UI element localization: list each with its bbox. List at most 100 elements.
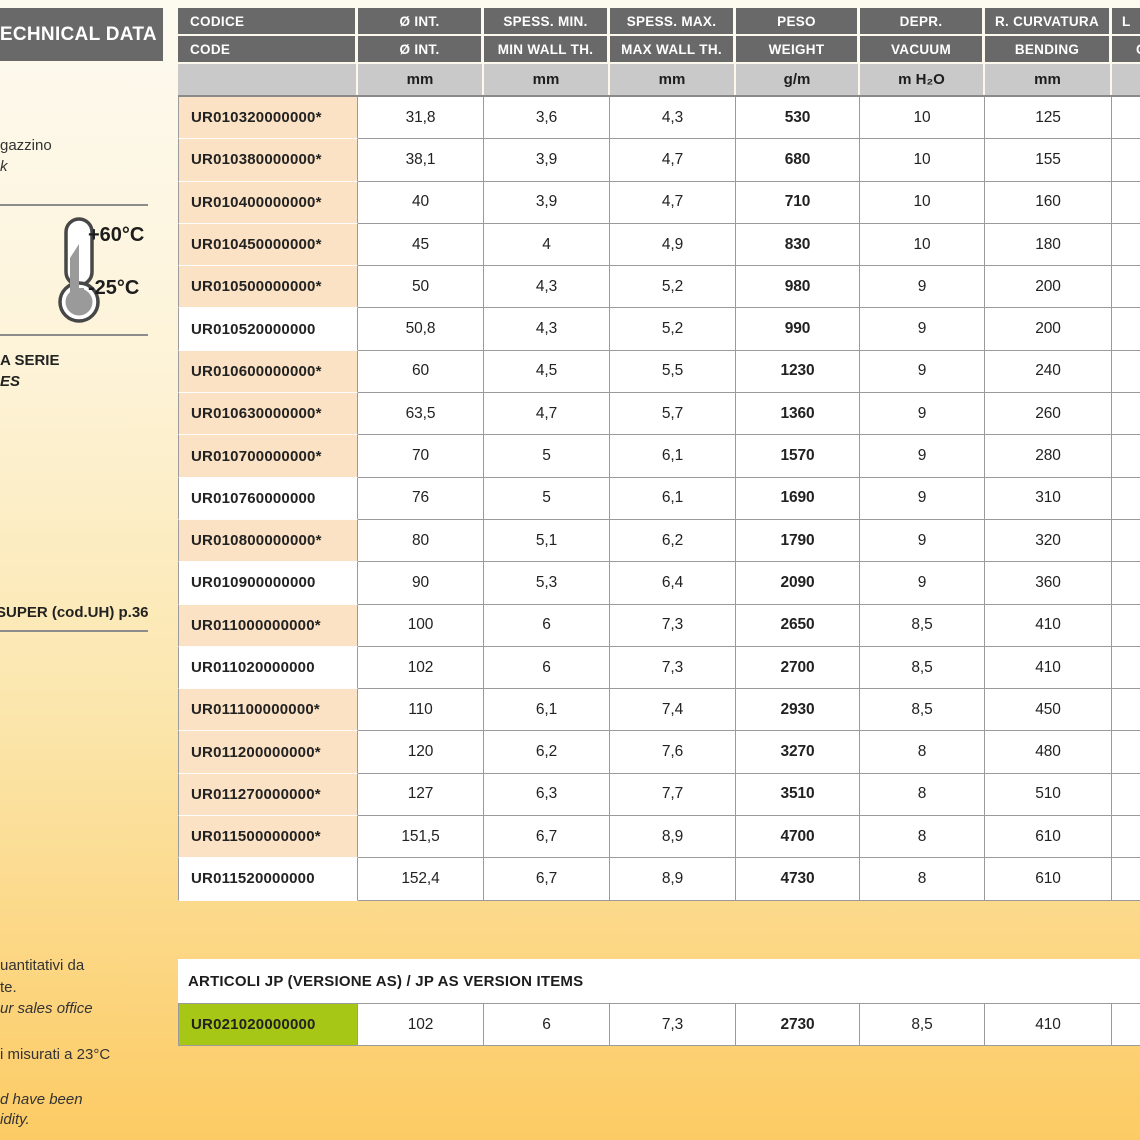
value-cell: 450 [985, 689, 1112, 731]
value-cell: 50 [358, 266, 484, 308]
code-cell: UR010630000000* [178, 393, 358, 435]
value-cell: 990 [736, 308, 860, 350]
code-cell: UR011500000000* [178, 816, 358, 858]
footnote-it-2: te. [0, 979, 17, 996]
value-cell: 9 [860, 308, 985, 350]
table-row: UR01102000000010267,327008,5410 [178, 647, 1140, 689]
code-cell: UR010760000000 [178, 478, 358, 520]
value-cell: 8 [860, 774, 985, 816]
value-cell: 180 [985, 224, 1112, 266]
value-cell: 2730 [736, 1004, 860, 1046]
empty-cell [1112, 182, 1140, 224]
table-row: UR02102000000010267,327308,5410 [178, 1004, 1140, 1046]
column-header-it: R. CURVATURA [985, 8, 1112, 34]
value-cell: 4730 [736, 858, 860, 900]
value-cell: 6,3 [484, 774, 610, 816]
table-row: UR01052000000050,84,35,29909200 [178, 308, 1140, 350]
empty-cell [1112, 647, 1140, 689]
code-cell: UR011000000000* [178, 605, 358, 647]
value-cell: 3,9 [484, 139, 610, 181]
table-body: UR010320000000*31,83,64,353010125UR01038… [178, 97, 1140, 901]
divider [0, 204, 148, 206]
value-cell: 45 [358, 224, 484, 266]
column-unit: m H₂O [860, 64, 985, 95]
table-row: UR010700000000*7056,115709280 [178, 435, 1140, 477]
value-cell: 5 [484, 435, 610, 477]
table-row: UR010800000000*805,16,217909320 [178, 520, 1140, 562]
footnote-en-2: d have been [0, 1091, 83, 1108]
jp-table-body: UR02102000000010267,327308,5410 [178, 1004, 1140, 1046]
value-cell: 5 [484, 478, 610, 520]
value-cell: 5,2 [610, 308, 736, 350]
code-cell: UR010900000000 [178, 562, 358, 604]
code-cell: UR010400000000* [178, 182, 358, 224]
value-cell: 4,7 [610, 139, 736, 181]
value-cell: 6,1 [484, 689, 610, 731]
value-cell: 4,7 [484, 393, 610, 435]
value-cell: 980 [736, 266, 860, 308]
empty-cell [1112, 266, 1140, 308]
empty-cell [1112, 731, 1140, 773]
code-cell: UR011020000000 [178, 647, 358, 689]
value-cell: 7,7 [610, 774, 736, 816]
value-cell: 410 [985, 605, 1112, 647]
value-cell: 6 [484, 1004, 610, 1046]
empty-cell [1112, 562, 1140, 604]
jp-table-title-band: ARTICOLI JP (VERSIONE AS) / JP AS VERSIO… [178, 959, 1140, 1004]
value-cell: 240 [985, 351, 1112, 393]
value-cell: 830 [736, 224, 860, 266]
table-row: UR010380000000*38,13,94,768010155 [178, 139, 1140, 181]
value-cell: 40 [358, 182, 484, 224]
catalog-page: TECHNICAL DATA gazzino k +60°C -25°C A S… [0, 0, 1140, 1140]
jp-table-title: ARTICOLI JP (VERSIONE AS) / JP AS VERSIO… [188, 973, 583, 990]
value-cell: 260 [985, 393, 1112, 435]
value-cell: 120 [358, 731, 484, 773]
code-cell: UR010520000000 [178, 308, 358, 350]
empty-cell [1112, 1004, 1140, 1046]
footnote-en-3: idity. [0, 1111, 30, 1128]
table-units-row: mmmmmmg/mm H₂Omm [178, 64, 1140, 97]
value-cell: 10 [860, 224, 985, 266]
value-cell: 5,1 [484, 520, 610, 562]
value-cell: 4,7 [610, 182, 736, 224]
code-cell: UR010380000000* [178, 139, 358, 181]
value-cell: 6,2 [484, 731, 610, 773]
column-header-en: BENDING [985, 36, 1112, 62]
value-cell: 7,3 [610, 1004, 736, 1046]
value-cell: 200 [985, 308, 1112, 350]
value-cell: 102 [358, 647, 484, 689]
value-cell: 102 [358, 1004, 484, 1046]
value-cell: 200 [985, 266, 1112, 308]
code-cell: UR010700000000* [178, 435, 358, 477]
value-cell: 9 [860, 478, 985, 520]
footnote-en-1: ur sales office [0, 1000, 93, 1017]
value-cell: 3,6 [484, 97, 610, 139]
value-cell: 76 [358, 478, 484, 520]
column-header-en: VACUUM [860, 36, 985, 62]
value-cell: 280 [985, 435, 1112, 477]
empty-cell [1112, 605, 1140, 647]
value-cell: 9 [860, 393, 985, 435]
empty-cell [1112, 139, 1140, 181]
table-row: UR011500000000*151,56,78,947008610 [178, 816, 1140, 858]
column-header-it: SPESS. MIN. [484, 8, 610, 34]
footnote-it-1: uantitativi da [0, 957, 84, 974]
empty-cell [1112, 816, 1140, 858]
value-cell: 10 [860, 182, 985, 224]
divider [0, 334, 148, 336]
value-cell: 8,5 [860, 1004, 985, 1046]
value-cell: 510 [985, 774, 1112, 816]
value-cell: 6,4 [610, 562, 736, 604]
column-unit: mm [358, 64, 484, 95]
table-header-row-en: CODEØ INT.MIN WALL TH.MAX WALL TH.WEIGHT… [178, 36, 1140, 62]
empty-cell [1112, 520, 1140, 562]
value-cell: 151,5 [358, 816, 484, 858]
code-cell: UR010800000000* [178, 520, 358, 562]
value-cell: 8,9 [610, 816, 736, 858]
value-cell: 6,1 [610, 435, 736, 477]
value-cell: 480 [985, 731, 1112, 773]
series-note-en: ES [0, 373, 20, 390]
value-cell: 110 [358, 689, 484, 731]
empty-cell [1112, 858, 1140, 900]
code-cell: UR011520000000 [178, 858, 358, 900]
